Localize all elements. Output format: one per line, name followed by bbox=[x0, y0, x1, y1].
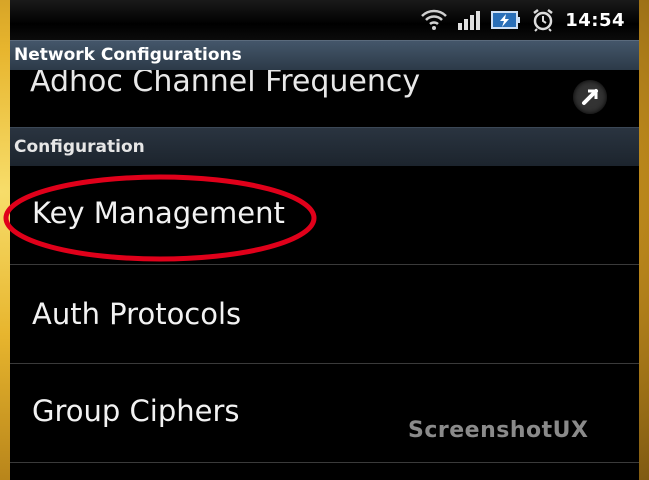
group-ciphers-label: Group Ciphers bbox=[32, 394, 240, 428]
adhoc-channel-frequency-label: Adhoc Channel Frequency bbox=[30, 70, 421, 99]
status-time: 14:54 bbox=[565, 9, 625, 31]
highlight-ellipse bbox=[3, 174, 317, 262]
watermark: ScreenshotUX bbox=[408, 418, 589, 443]
signal-icon bbox=[457, 9, 481, 31]
wifi-icon bbox=[421, 9, 448, 31]
status-bar: 14:54 bbox=[10, 0, 639, 41]
list-item-adhoc-channel-frequency[interactable]: Adhoc Channel Frequency bbox=[10, 70, 639, 126]
list-item-auth-protocols[interactable]: Auth Protocols bbox=[10, 265, 639, 364]
alarm-icon bbox=[531, 8, 555, 32]
section-header-configuration: Configuration bbox=[10, 127, 639, 166]
list-item-partial bbox=[10, 463, 639, 480]
list-item-group-ciphers[interactable]: Group Ciphers bbox=[10, 364, 639, 463]
chevron-right-icon bbox=[573, 80, 607, 114]
page-title: Network Configurations bbox=[10, 40, 639, 70]
auth-protocols-label: Auth Protocols bbox=[32, 297, 242, 331]
battery-charging-icon bbox=[491, 9, 521, 31]
